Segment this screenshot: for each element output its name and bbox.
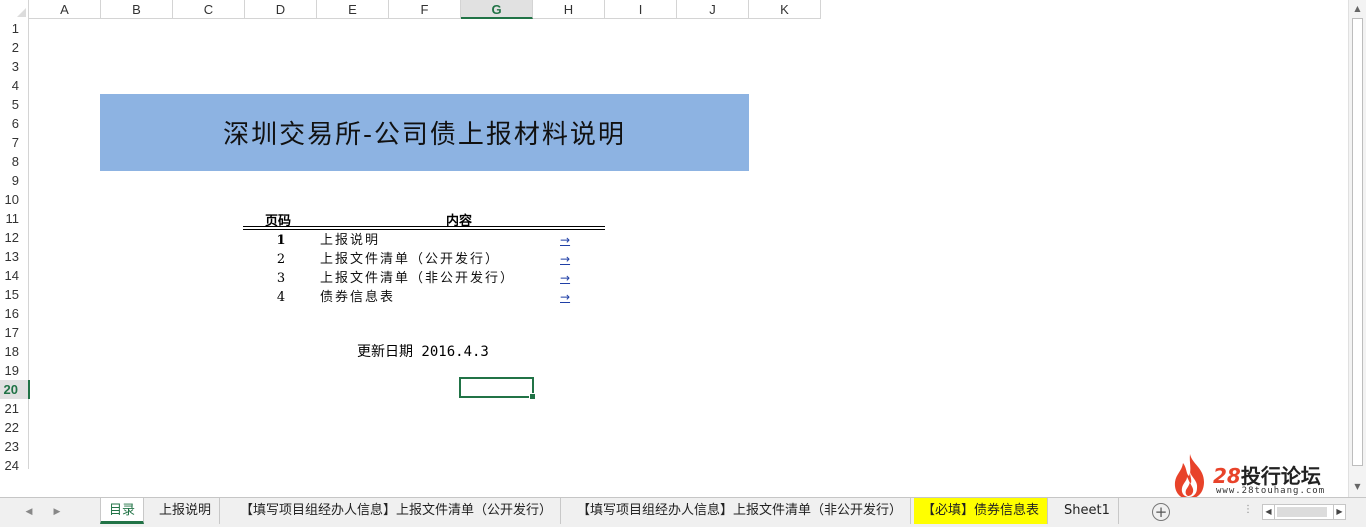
row-header[interactable]: 5 <box>0 95 29 114</box>
column-header[interactable]: C <box>173 0 245 19</box>
column-header[interactable]: G <box>461 0 533 19</box>
tab-report-notes[interactable]: 上报说明 <box>151 498 221 524</box>
row-header[interactable]: 18 <box>0 342 29 361</box>
row-header[interactable]: 20 <box>0 380 30 399</box>
row-header[interactable]: 19 <box>0 361 29 380</box>
toc-page-number: 3 <box>276 271 286 286</box>
column-header[interactable]: J <box>677 0 749 19</box>
toc-row: 2 上报文件清单（公开发行） → <box>243 250 605 269</box>
row-header-bar: 1 2 3 4 5 6 7 8 9 10 11 12 13 14 15 16 17 18 19 20 21 22 23 24 <box>0 19 30 473</box>
flame-logo-icon <box>1174 454 1204 499</box>
toc-label: 上报文件清单（非公开发行） <box>320 271 516 286</box>
toc-divider <box>243 229 605 230</box>
column-header-bar: ABCDEFGHIJK <box>0 0 821 19</box>
column-header[interactable]: D <box>245 0 317 19</box>
sheet-title: 深圳交易所-公司债上报材料说明 <box>223 120 626 150</box>
toc-label: 上报文件清单（公开发行） <box>320 252 501 267</box>
watermark-site: www.28touhang.com <box>1216 486 1326 496</box>
row-header[interactable]: 13 <box>0 247 29 266</box>
select-all-corner[interactable] <box>0 0 29 19</box>
tab-scroll-left-icon[interactable]: ◀ <box>22 504 36 520</box>
toc-page-number: 1 <box>276 233 286 248</box>
toc-page-number: 4 <box>276 290 286 305</box>
toc-link-arrow-icon[interactable]: → <box>560 288 570 306</box>
title-banner: 深圳交易所-公司债上报材料说明 <box>100 94 749 171</box>
tab-scroll-right-icon[interactable]: ▶ <box>50 504 64 520</box>
row-header[interactable]: 6 <box>0 114 29 133</box>
horizontal-scrollbar[interactable]: ◀ ▶ <box>1262 504 1346 520</box>
column-header[interactable]: H <box>533 0 605 19</box>
horizontal-scroll-thumb[interactable] <box>1277 507 1327 517</box>
tab-nonpublic-file-list[interactable]: 【填写项目组经办人信息】上报文件清单（非公开发行） <box>569 498 912 524</box>
row-header[interactable]: 3 <box>0 57 29 76</box>
watermark-logo: 28投行论坛 www.28touhang.com <box>1170 452 1340 500</box>
update-date: 更新日期 2016.4.3 <box>357 344 489 360</box>
row-header[interactable]: 17 <box>0 323 29 342</box>
row-header[interactable]: 23 <box>0 437 29 456</box>
watermark-name: 投行论坛 <box>1240 464 1321 488</box>
row-header[interactable]: 2 <box>0 38 29 57</box>
vertical-scroll-thumb[interactable] <box>1352 18 1363 466</box>
watermark-brand: 28投行论坛 <box>1213 460 1321 489</box>
scroll-down-icon[interactable]: ▼ <box>1349 478 1366 495</box>
row-header[interactable]: 22 <box>0 418 29 437</box>
row-header[interactable]: 7 <box>0 133 29 152</box>
row-header[interactable]: 14 <box>0 266 29 285</box>
toc-row: 4 债券信息表 → <box>243 288 605 307</box>
column-header[interactable]: B <box>101 0 173 19</box>
column-header[interactable]: K <box>749 0 821 19</box>
sheet-tab-bar: ◀ ▶ 目录 上报说明 【填写项目组经办人信息】上报文件清单（公开发行） 【填写… <box>0 497 1366 527</box>
toc-link-arrow-icon[interactable]: → <box>560 269 570 287</box>
row-header[interactable]: 1 <box>0 19 29 38</box>
scroll-left-icon[interactable]: ◀ <box>1263 505 1275 519</box>
tab-public-file-list[interactable]: 【填写项目组经办人信息】上报文件清单（公开发行） <box>232 498 562 524</box>
vertical-scrollbar[interactable]: ▲ ▼ <box>1348 0 1366 497</box>
row-header[interactable]: 15 <box>0 285 29 304</box>
toc-divider <box>243 226 605 227</box>
tab-contents[interactable]: 目录 <box>100 498 145 524</box>
toc-link-arrow-icon[interactable]: → <box>560 250 570 268</box>
toc-page-number: 2 <box>276 252 286 267</box>
tab-bond-info[interactable]: 【必填】债券信息表 <box>914 498 1049 524</box>
row-header[interactable]: 11 <box>0 209 29 228</box>
toc-row: 1 上报说明 → <box>243 231 605 250</box>
row-header[interactable]: 12 <box>0 228 29 247</box>
row-header[interactable]: 16 <box>0 304 29 323</box>
tab-sheet1[interactable]: Sheet1 <box>1056 498 1119 524</box>
row-header[interactable]: 8 <box>0 152 29 171</box>
row-header[interactable]: 4 <box>0 76 29 95</box>
column-header[interactable]: I <box>605 0 677 19</box>
column-header[interactable]: A <box>29 0 101 19</box>
scroll-right-icon[interactable]: ▶ <box>1333 505 1345 519</box>
row-header[interactable]: 21 <box>0 399 29 418</box>
row-header[interactable]: 24 <box>0 456 29 475</box>
row-header[interactable]: 10 <box>0 190 29 209</box>
splitter-handle-icon[interactable]: ⋮ <box>1243 504 1253 515</box>
watermark-number: 28 <box>1213 464 1241 488</box>
row-header[interactable]: 9 <box>0 171 29 190</box>
toc-label: 上报说明 <box>320 233 381 248</box>
selected-cell[interactable] <box>459 377 536 400</box>
toc-row: 3 上报文件清单（非公开发行） → <box>243 269 605 288</box>
column-header[interactable]: F <box>389 0 461 19</box>
toc-label: 债券信息表 <box>320 290 396 305</box>
scroll-up-icon[interactable]: ▲ <box>1349 0 1366 17</box>
add-sheet-button[interactable]: + <box>1152 503 1170 521</box>
toc-link-arrow-icon[interactable]: → <box>560 231 570 249</box>
column-header[interactable]: E <box>317 0 389 19</box>
